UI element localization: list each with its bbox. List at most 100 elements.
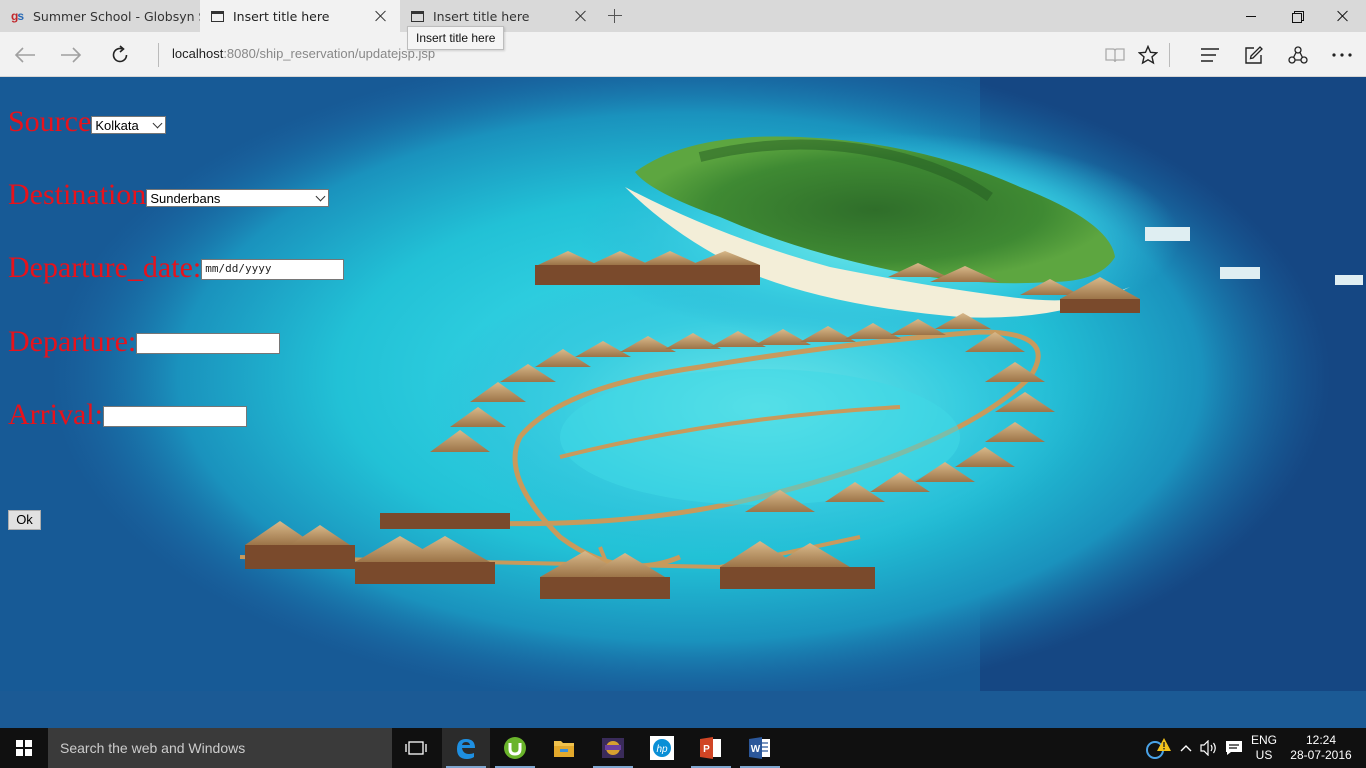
page-content: Source Kolkata Destination Sunderbans De… <box>0 77 1366 728</box>
source-label: Source <box>8 105 92 138</box>
departure-date-label: Departure_date: <box>8 251 202 284</box>
arrival-input[interactable] <box>102 406 247 427</box>
refresh-button[interactable] <box>97 32 143 77</box>
hp-icon: hp <box>650 736 674 760</box>
arrival-label: Arrival: <box>8 398 103 431</box>
show-hidden-icons-button[interactable] <box>1176 728 1196 768</box>
game-icon <box>602 738 624 758</box>
update-notification-button[interactable] <box>1140 728 1176 768</box>
tab-strip: gs Summer School - Globsyn SI Insert tit… <box>0 0 1366 32</box>
source-row: Source Kolkata <box>8 105 167 138</box>
departure-date-row: Departure_date: mm/dd/yyyy <box>8 251 345 284</box>
chevron-up-icon <box>1180 745 1192 752</box>
departure-label: Departure: <box>8 325 137 358</box>
svg-text:P: P <box>703 744 710 755</box>
departure-row: Departure: <box>8 325 281 358</box>
back-button[interactable] <box>2 32 48 77</box>
utorrent-icon <box>504 737 526 759</box>
start-button[interactable] <box>0 728 48 768</box>
destination-label: Destination <box>8 178 147 211</box>
web-note-icon <box>1245 45 1263 64</box>
close-tab-icon[interactable] <box>374 9 388 23</box>
more-button[interactable] <box>1319 32 1365 77</box>
clock-time: 12:24 <box>1305 733 1336 747</box>
game-taskbar-button[interactable] <box>589 728 637 768</box>
speaker-icon <box>1200 740 1216 756</box>
file-explorer-taskbar-button[interactable] <box>540 728 588 768</box>
clock-date: 28-07-2016 <box>1290 748 1352 762</box>
input-language-button[interactable]: ENG US <box>1246 728 1282 768</box>
windows-logo-icon <box>16 740 32 756</box>
tab-tooltip: Insert title here <box>407 26 505 50</box>
svg-text:hp: hp <box>656 744 668 755</box>
ok-button[interactable]: Ok <box>8 510 41 530</box>
svg-text:W: W <box>751 744 761 755</box>
address-separator <box>158 43 159 67</box>
source-select[interactable]: Kolkata <box>91 116 167 134</box>
destination-value: Sunderbans <box>150 190 221 206</box>
address-host: localhost <box>172 46 224 61</box>
close-icon <box>1337 10 1349 22</box>
powerpoint-taskbar-button[interactable]: P <box>687 728 735 768</box>
action-center-button[interactable] <box>1222 728 1246 768</box>
hub-button[interactable] <box>1187 32 1233 77</box>
gs-logo-icon: gs <box>10 9 24 23</box>
taskbar: Search the web and Windows hp P W ENG US … <box>0 728 1366 768</box>
utorrent-taskbar-button[interactable] <box>491 728 539 768</box>
address-path: :8080/ship_reservation/updatejsp.jsp <box>223 46 436 61</box>
file-explorer-icon <box>554 741 574 757</box>
tab-title: Insert title here <box>433 8 530 24</box>
island-resort-background-image <box>0 77 1366 691</box>
refresh-icon <box>112 44 128 62</box>
destination-select[interactable]: Sunderbans <box>146 189 330 207</box>
new-tab-icon[interactable] <box>607 8 623 24</box>
edge-taskbar-button[interactable] <box>442 728 490 768</box>
tab-insert-title-active[interactable]: Insert title here <box>200 0 400 32</box>
task-view-button[interactable] <box>392 728 440 768</box>
chevron-down-icon <box>152 118 163 128</box>
page-icon <box>409 8 425 24</box>
hp-taskbar-button[interactable]: hp <box>638 728 686 768</box>
region-code: US <box>1255 748 1273 762</box>
arrival-row: Arrival: <box>8 400 247 430</box>
destination-row: Destination Sunderbans <box>8 178 330 211</box>
reading-view-icon <box>1105 47 1125 62</box>
clock-button[interactable]: 12:24 28-07-2016 <box>1284 728 1358 768</box>
forward-button[interactable] <box>48 32 94 77</box>
message-icon <box>1226 741 1242 755</box>
more-icon <box>1332 52 1352 57</box>
taskbar-search-box[interactable]: Search the web and Windows <box>48 728 392 768</box>
tab-title: Insert title here <box>233 8 330 24</box>
warning-update-icon <box>1146 738 1171 759</box>
task-view-icon <box>405 741 427 755</box>
web-note-button[interactable] <box>1231 32 1277 77</box>
back-arrow-icon <box>14 46 35 63</box>
minimize-button[interactable] <box>1228 0 1274 32</box>
star-icon <box>1138 44 1158 64</box>
departure-date-input[interactable]: mm/dd/yyyy <box>201 259 345 280</box>
hub-icon <box>1201 47 1219 62</box>
address-bar[interactable]: localhost:8080/ship_reservation/updatejs… <box>172 46 435 61</box>
word-icon: W <box>749 737 770 759</box>
toolbar-separator <box>1169 43 1170 67</box>
share-button[interactable] <box>1275 32 1321 77</box>
restore-button[interactable] <box>1274 0 1320 32</box>
volume-button[interactable] <box>1197 728 1221 768</box>
page-icon <box>209 8 225 24</box>
restore-icon <box>1292 11 1304 23</box>
favorite-button[interactable] <box>1125 32 1171 77</box>
chevron-down-icon <box>315 191 326 201</box>
departure-input[interactable] <box>136 333 281 354</box>
tab-summer-school[interactable]: gs Summer School - Globsyn SI <box>0 0 200 32</box>
powerpoint-icon: P <box>700 737 721 759</box>
forward-arrow-icon <box>61 46 82 63</box>
word-taskbar-button[interactable]: W <box>736 728 784 768</box>
share-icon <box>1288 45 1308 64</box>
minimize-icon <box>1246 15 1256 17</box>
language-code: ENG <box>1250 733 1277 747</box>
tab-title: Summer School - Globsyn SI <box>33 8 200 24</box>
close-window-button[interactable] <box>1320 0 1366 32</box>
edge-icon <box>457 739 475 759</box>
close-tab-icon[interactable] <box>574 9 588 23</box>
navigation-bar: localhost:8080/ship_reservation/updatejs… <box>0 32 1366 77</box>
